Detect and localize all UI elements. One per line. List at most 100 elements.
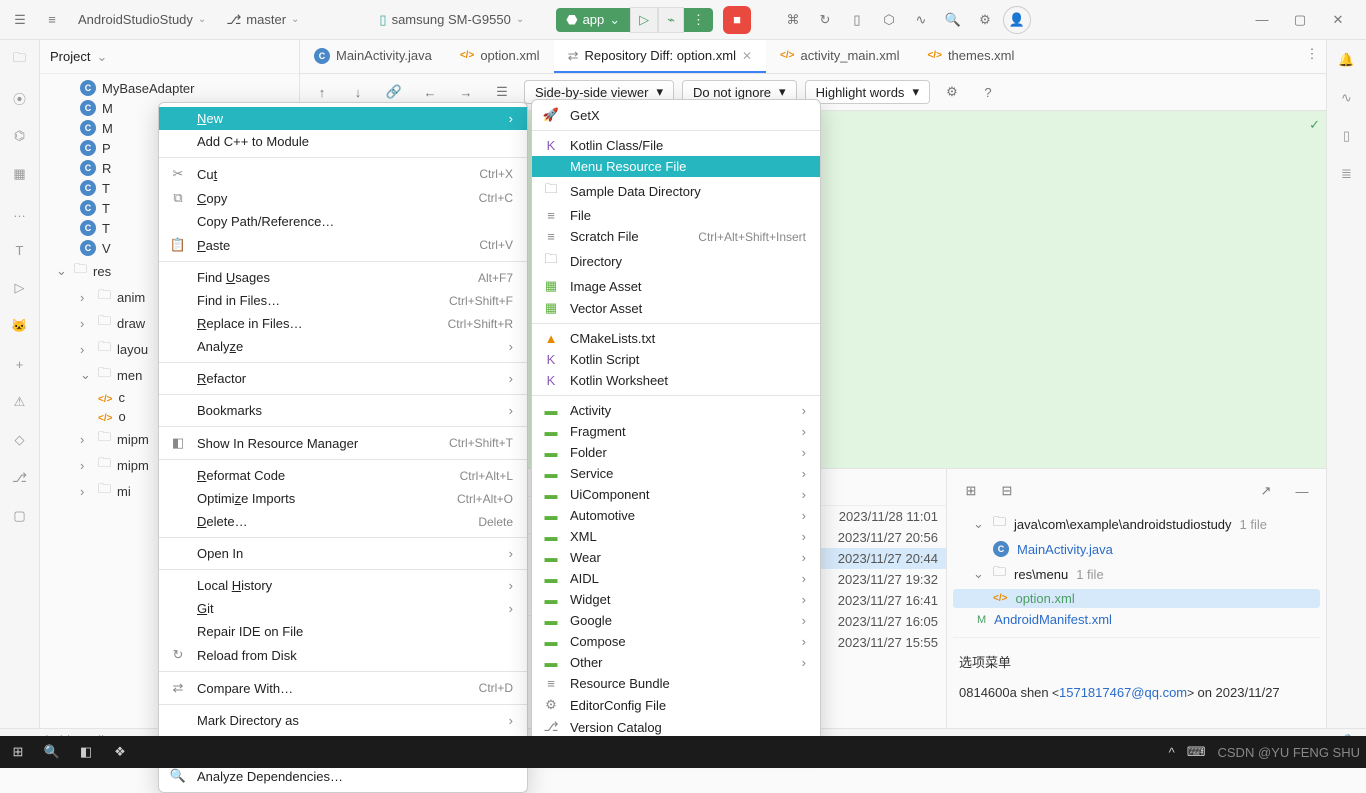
user-icon[interactable]: 👤 [1003, 6, 1031, 34]
editor-tab[interactable]: </>option.xml [446, 40, 554, 73]
tray-chevron-icon[interactable]: ^ [1169, 745, 1175, 760]
menu-item[interactable]: ✂CutCtrl+X [159, 162, 527, 186]
detail-file-option[interactable]: </>option.xml [953, 589, 1320, 608]
gem-icon[interactable]: ◇ [8, 428, 32, 452]
input-icon[interactable]: ⌨ [1187, 744, 1206, 760]
menu-item[interactable]: 🗀Directory [532, 247, 820, 275]
open-icon[interactable]: ↗ [1252, 477, 1280, 505]
project-header[interactable]: Project⌄ [40, 40, 299, 74]
menu-item[interactable]: Replace in Files…Ctrl+Shift+R [159, 312, 527, 335]
menu-item[interactable]: ▬Wear› [532, 547, 820, 568]
menu-item[interactable]: 🚀GetX [532, 104, 820, 126]
debug-button[interactable]: ⌁ [658, 7, 684, 33]
device-dropdown[interactable]: ▯samsung SM-G9550⌄ [371, 8, 532, 32]
db-icon[interactable]: ≣ [1335, 162, 1359, 186]
editor-tab[interactable]: CMainActivity.java [300, 40, 446, 73]
build-icon[interactable]: T [8, 238, 32, 262]
git-icon[interactable]: ⎇ [8, 466, 32, 490]
menu-item[interactable]: Copy Path/Reference… [159, 210, 527, 233]
menu-item[interactable]: Menu Resource File [532, 156, 820, 177]
menu-item[interactable]: ≡File [532, 205, 820, 226]
hamburger-icon[interactable]: ≡ [38, 6, 66, 34]
menu-item[interactable]: ▲CMakeLists.txt [532, 328, 820, 349]
menu-item[interactable]: ⎇Version Catalog [532, 716, 820, 738]
run-more-button[interactable]: ⋮ [684, 8, 713, 32]
menu-item[interactable]: ▬Fragment› [532, 421, 820, 442]
structure-icon[interactable]: ⌬ [8, 124, 32, 148]
settings-icon[interactable]: ⚙ [971, 6, 999, 34]
menu-item[interactable]: ▦Vector Asset [532, 297, 820, 319]
menu-item[interactable]: Find UsagesAlt+F7 [159, 266, 527, 289]
stop-button[interactable]: ■ [723, 6, 751, 34]
menu-item[interactable]: ▬Folder› [532, 442, 820, 463]
menu-item[interactable]: Optimize ImportsCtrl+Alt+O [159, 487, 527, 510]
run-config-button[interactable]: ⬣app⌄ [556, 8, 630, 32]
menu-item[interactable]: KKotlin Script [532, 349, 820, 370]
menu-item[interactable]: ↻Reload from Disk [159, 643, 527, 667]
close2-icon[interactable]: — [1288, 477, 1316, 505]
menu-item[interactable]: ≡Scratch FileCtrl+Alt+Shift+Insert [532, 226, 820, 247]
profile-icon[interactable]: ∿ [907, 6, 935, 34]
highlight-dropdown[interactable]: Highlight words▾ [805, 80, 930, 104]
notification-icon[interactable]: 🔔 [1335, 48, 1359, 72]
maximize-button[interactable]: ▢ [1286, 6, 1314, 34]
menu-item[interactable]: ▬Compose› [532, 631, 820, 652]
tabs-more-icon[interactable]: ⋮ [1298, 40, 1326, 68]
avd-icon[interactable]: ▯ [843, 6, 871, 34]
menu-item[interactable]: New› [159, 107, 527, 130]
menu-item[interactable]: Reformat CodeCtrl+Alt+L [159, 464, 527, 487]
tree-item[interactable]: CMyBaseAdapter [40, 78, 299, 98]
menu-item[interactable]: KKotlin Worksheet [532, 370, 820, 391]
branch-dropdown[interactable]: ⎇master⌄ [218, 8, 307, 32]
editor-tab[interactable]: ⇄Repository Diff: option.xml✕ [554, 40, 766, 73]
tree-expand-icon[interactable]: ⊞ [957, 477, 985, 505]
menu-item[interactable]: ⇄Compare With…Ctrl+D [159, 676, 527, 700]
menu-item[interactable]: ▬XML› [532, 526, 820, 547]
menu-item[interactable]: Open In› [159, 542, 527, 565]
menu-item[interactable]: ⚙EditorConfig File [532, 694, 820, 716]
menu-item[interactable]: ▦Image Asset [532, 275, 820, 297]
menu-item[interactable]: ▬Activity› [532, 400, 820, 421]
project-dropdown[interactable]: AndroidStudioStudy⌄ [70, 8, 214, 31]
attach-icon[interactable]: ⌘ [779, 6, 807, 34]
menu-item[interactable]: ▬UiComponent› [532, 484, 820, 505]
menu-item[interactable]: Add C++ to Module [159, 130, 527, 153]
menu-item[interactable]: 📋PasteCtrl+V [159, 233, 527, 257]
menu-item[interactable]: ≡Resource Bundle [532, 673, 820, 694]
menu-item[interactable]: Refactor› [159, 367, 527, 390]
menu-item[interactable]: Bookmarks› [159, 399, 527, 422]
device-icon[interactable]: ▯ [1335, 124, 1359, 148]
menu-item[interactable]: Delete…Delete [159, 510, 527, 533]
menu-item[interactable]: ⧉CopyCtrl+C [159, 186, 527, 210]
close-tab-icon[interactable]: ✕ [742, 49, 752, 63]
minimize-button[interactable]: — [1248, 6, 1276, 34]
editor-tab[interactable]: </>activity_main.xml [766, 40, 913, 73]
more-icon[interactable]: … [8, 200, 32, 224]
menu-item[interactable]: Local History› [159, 574, 527, 597]
sync-icon[interactable]: ↻ [811, 6, 839, 34]
main-menu-icon[interactable]: ☰ [6, 6, 34, 34]
help-icon[interactable]: ? [974, 78, 1002, 106]
sdk-icon[interactable]: ⬡ [875, 6, 903, 34]
target-icon[interactable]: ⦿ [8, 86, 32, 110]
gear-icon[interactable]: ⚙ [938, 78, 966, 106]
menu-item[interactable]: ▬Google› [532, 610, 820, 631]
menu-item[interactable]: KKotlin Class/File [532, 135, 820, 156]
search-taskbar-icon[interactable]: 🔍 [40, 740, 64, 764]
plus-icon[interactable]: + [8, 352, 32, 376]
menu-item[interactable]: ▬Widget› [532, 589, 820, 610]
editor-tab[interactable]: </>themes.xml [913, 40, 1028, 73]
menu-item[interactable]: ▬Other› [532, 652, 820, 673]
menu-item[interactable]: Analyze› [159, 335, 527, 358]
warning-icon[interactable]: ⚠ [8, 390, 32, 414]
search-icon[interactable]: 🔍 [939, 6, 967, 34]
start-button[interactable]: ⊞ [6, 740, 30, 764]
terminal-icon[interactable]: ▢ [8, 504, 32, 528]
menu-item[interactable]: ◧Show In Resource ManagerCtrl+Shift+T [159, 431, 527, 455]
folder-icon[interactable]: 🗀 [8, 48, 32, 72]
cat-icon[interactable]: 🐱 [8, 314, 32, 338]
app-icon[interactable]: ❖ [108, 740, 132, 764]
menu-item[interactable]: ▬AIDL› [532, 568, 820, 589]
menu-item[interactable]: ▬Service› [532, 463, 820, 484]
close-button[interactable]: ✕ [1324, 6, 1352, 34]
